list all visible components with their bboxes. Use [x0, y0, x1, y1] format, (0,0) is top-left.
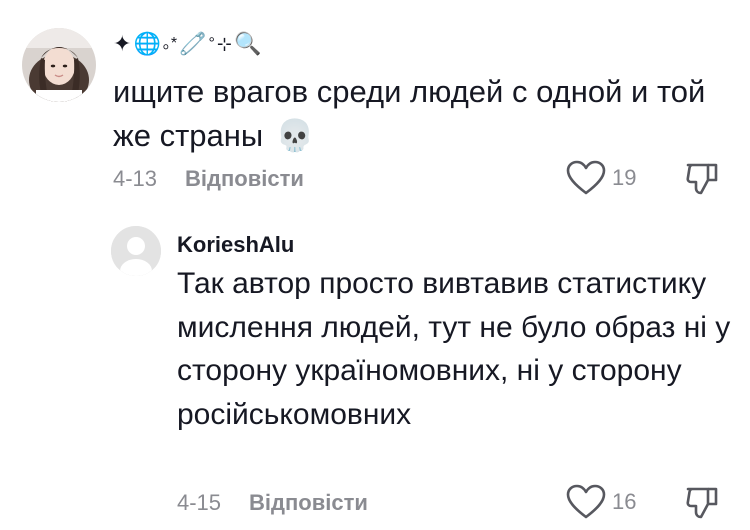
avatar[interactable]	[111, 226, 161, 276]
dislike-button[interactable]	[684, 160, 720, 196]
user-photo-icon	[22, 28, 96, 102]
thumbs-down-icon[interactable]	[684, 484, 720, 520]
default-avatar-icon	[111, 226, 161, 276]
comment-date: 4-15	[177, 490, 222, 515]
comment-meta: 4-13 Відповісти	[113, 164, 304, 194]
avatar[interactable]	[22, 28, 96, 102]
comment-text: Так автор просто вивтавив статистику мис…	[177, 267, 731, 431]
username-symbol: ✦	[113, 31, 132, 56]
reply-item: KorieshAlu Так автор просто вивтавив ста…	[0, 215, 750, 530]
skull-emoji-icon: 💀	[275, 118, 315, 153]
username-symbol: °	[208, 35, 215, 52]
comment-text: ищите врагов среди людей с одной и той ж…	[113, 70, 738, 158]
heart-outline-icon[interactable]	[566, 160, 606, 196]
heart-outline-icon[interactable]	[566, 484, 606, 520]
like-button[interactable]: 16	[566, 484, 636, 520]
reply-button[interactable]: Відповісти	[185, 166, 304, 192]
comment-username[interactable]: KorieshAlu	[177, 232, 294, 258]
username-symbol: ｡*	[162, 35, 178, 52]
like-count: 16	[612, 489, 637, 514]
reply-button[interactable]: Відповісти	[249, 490, 368, 516]
like-count: 19	[612, 165, 637, 190]
comment-date: 4-13	[113, 166, 158, 191]
globe-icon: 🌐	[133, 31, 161, 56]
comment-item: ✦ 🌐 ｡* 🧷 ° ⊹ 🔍 ищите врагов среди людей …	[0, 0, 750, 215]
username-symbol: ⊹	[216, 34, 232, 54]
comment-text-body: ищите врагов среди людей с одной и той ж…	[113, 74, 706, 153]
comment-meta: 4-15 Відповісти	[177, 488, 368, 518]
dislike-button[interactable]	[684, 484, 720, 520]
like-button[interactable]: 19	[566, 160, 636, 196]
comment-username[interactable]: ✦ 🌐 ｡* 🧷 ° ⊹ 🔍	[113, 24, 261, 64]
safety-pin-icon: 🧷	[179, 31, 207, 56]
magnifier-icon: 🔍	[233, 31, 262, 56]
thumbs-down-icon[interactable]	[684, 160, 720, 196]
